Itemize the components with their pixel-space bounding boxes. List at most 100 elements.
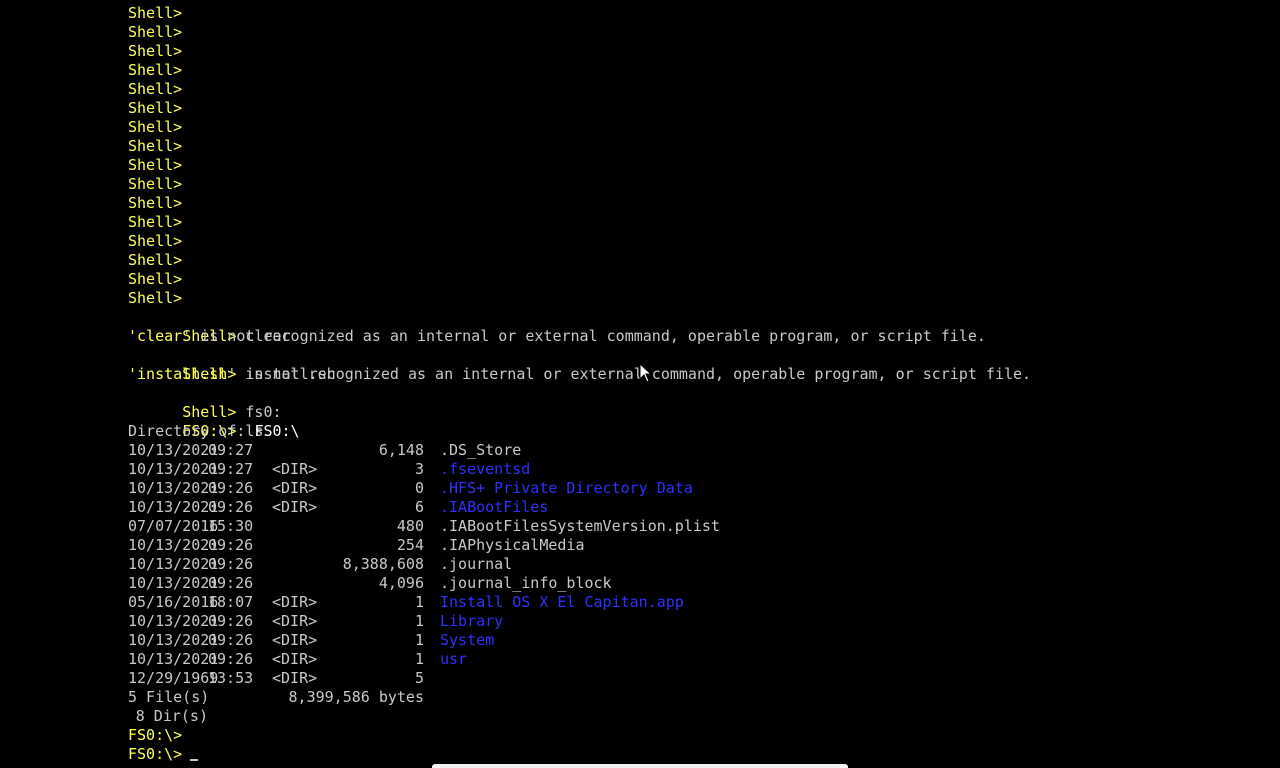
- prompt-line: Shell>: [128, 251, 1248, 270]
- entry-size: 6: [414, 498, 424, 516]
- fs-prompt: FS0:\>: [128, 726, 183, 744]
- listing-row: 10/13/202109:26 4,096 .journal_info_block: [128, 574, 1248, 593]
- entry-time: 09:26: [208, 555, 254, 573]
- entry-time: 09:26: [208, 650, 254, 668]
- prompt-line: Shell>: [128, 137, 1248, 156]
- entry-type: <DIR>: [272, 612, 318, 630]
- entry-name: .DS_Store: [440, 441, 522, 459]
- entry-size: 3: [414, 460, 424, 478]
- listing-row: 07/07/201615:30 480 .IABootFilesSystemVers…: [128, 517, 1248, 536]
- entry-date: 10/13/2021: [128, 536, 219, 554]
- shell-prompt: Shell>: [128, 175, 183, 193]
- entry-name: .IAPhysicalMedia: [440, 536, 585, 554]
- prompt-line: Shell>: [128, 289, 1248, 308]
- entry-type: <DIR>: [272, 460, 318, 478]
- entry-size: 1: [414, 593, 424, 611]
- listing-row: 10/13/202109:26 <DIR> 1 System: [128, 631, 1248, 650]
- prompt-line: Shell>: [128, 99, 1248, 118]
- dir-count: 8 Dir(s): [135, 707, 208, 725]
- entry-date: 10/13/2021: [128, 555, 219, 573]
- shell-prompt: Shell>: [128, 4, 183, 22]
- directory-label: Directory of:: [128, 422, 255, 440]
- shell-prompt: Shell>: [128, 289, 183, 307]
- entry-size: 5: [414, 669, 424, 687]
- listing-row: 10/13/202109:27 6,148 .DS_Store: [128, 441, 1248, 460]
- entry-date: 10/13/2021: [128, 631, 219, 649]
- entry-time: 09:26: [208, 631, 254, 649]
- entry-size: 8,388,608: [342, 555, 424, 573]
- entry-time: 18:07: [208, 593, 254, 611]
- listing-row: 10/13/202109:26 <DIR> 0 .HFS+ Private Direc…: [128, 479, 1248, 498]
- entry-size: 1: [414, 612, 424, 630]
- uefi-shell-screen: Shell> Shell> Shell> Shell> Shell> Shell> Shel…: [0, 0, 1280, 768]
- entry-name: System: [440, 631, 495, 649]
- error-message: 'install.sh' is not recognized as an int…: [128, 365, 1032, 383]
- prompt-line: Shell>: [128, 80, 1248, 99]
- summary-dirs-line: 8 Dir(s): [128, 707, 1248, 726]
- listing-row: 10/13/202109:27 <DIR> 3 .fseventsd: [128, 460, 1248, 479]
- shell-prompt: Shell>: [128, 42, 183, 60]
- entry-date: 12/29/1969: [128, 669, 219, 687]
- prompt-line: Shell>: [128, 23, 1248, 42]
- entry-date: 05/16/2016: [128, 593, 219, 611]
- bottom-edge-bar: [432, 764, 848, 768]
- listing-row: 10/13/202109:26 <DIR> 1 usr: [128, 650, 1248, 669]
- entry-type: <DIR>: [272, 593, 318, 611]
- directory-listing: 10/13/202109:27 6,148 .DS_Store 10/13/20210…: [128, 441, 1248, 688]
- total-bytes: 8,399,586 bytes: [288, 688, 424, 706]
- entry-name: Install OS X El Capitan.app: [440, 593, 684, 611]
- entry-type: <DIR>: [272, 631, 318, 649]
- shell-prompt: Shell>: [128, 61, 183, 79]
- entry-name: .IABootFilesSystemVersion.plist: [440, 517, 720, 535]
- prompt-line: Shell>: [128, 118, 1248, 137]
- command-line: Shell> install.sh: [128, 346, 1248, 383]
- active-prompt-line[interactable]: FS0:\>: [128, 745, 1248, 764]
- prompt-history: Shell> Shell> Shell> Shell> Shell> Shell> Shel…: [128, 4, 1248, 308]
- entry-name: .journal_info_block: [440, 574, 612, 592]
- command-line: Shell> clear: [128, 308, 1248, 345]
- shell-prompt: Shell>: [128, 232, 183, 250]
- entry-time: 09:26: [208, 612, 254, 630]
- entry-date: 10/13/2021: [128, 612, 219, 630]
- prompt-line: Shell>: [128, 61, 1248, 80]
- entry-time: 09:26: [208, 479, 254, 497]
- text-cursor: [190, 759, 199, 761]
- entry-size: 1: [414, 650, 424, 668]
- entry-name: .HFS+ Private Directory Data: [440, 479, 693, 497]
- entry-size: 1: [414, 631, 424, 649]
- command-text: fs0:: [245, 403, 282, 421]
- entry-type: <DIR>: [272, 669, 318, 687]
- entry-date: 10/13/2021: [128, 460, 219, 478]
- shell-prompt: Shell>: [128, 137, 183, 155]
- entry-name: usr: [440, 650, 468, 668]
- shell-prompt: Shell>: [128, 80, 183, 98]
- entry-size: 6,148: [378, 441, 424, 459]
- shell-prompt: Shell>: [128, 118, 183, 136]
- entry-type: <DIR>: [272, 479, 318, 497]
- entry-date: 10/13/2021: [128, 441, 219, 459]
- prompt-line: Shell>: [128, 232, 1248, 251]
- listing-row: 10/13/202109:26 <DIR> 6 .IABootFiles: [128, 498, 1248, 517]
- fs-prompt: FS0:\>: [128, 745, 183, 763]
- entry-date: 10/13/2021: [128, 479, 219, 497]
- mouse-pointer-icon: [639, 363, 653, 383]
- error-command-name: install.sh: [137, 365, 228, 383]
- shell-prompt: Shell>: [128, 213, 183, 231]
- prompt-line: Shell>: [128, 4, 1248, 23]
- listing-row: 12/29/196913:53 <DIR> 5: [128, 669, 1248, 688]
- prompt-line: Shell>: [128, 194, 1248, 213]
- entry-name: .journal: [440, 555, 513, 573]
- terminal-output[interactable]: Shell> Shell> Shell> Shell> Shell> Shell> Shel…: [128, 4, 1248, 764]
- shell-prompt: Shell>: [182, 403, 237, 421]
- shell-prompt: Shell>: [128, 23, 183, 41]
- file-count: 5 File(s): [128, 688, 210, 706]
- entry-name: Library: [440, 612, 504, 630]
- error-message: 'clear' is not recognized as an internal…: [128, 327, 986, 345]
- prompt-line: Shell>: [128, 270, 1248, 289]
- prompt-line: Shell>: [128, 175, 1248, 194]
- summary-files-line: 5 File(s) 8,399,586 bytes: [128, 688, 1248, 707]
- listing-row: 10/13/202109:26 8,388,608 .journal: [128, 555, 1248, 574]
- listing-row: 05/16/201618:07 <DIR> 1 Install OS X El Cap…: [128, 593, 1248, 612]
- shell-prompt: Shell>: [128, 270, 183, 288]
- shell-prompt: Shell>: [128, 251, 183, 269]
